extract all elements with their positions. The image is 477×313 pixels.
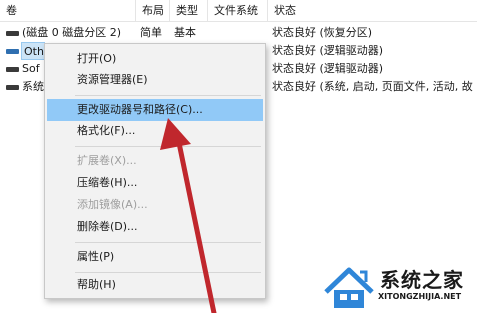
watermark-logo: 系统之家 XITONGZHIJIA.NET (318, 260, 477, 313)
arrow-head (160, 118, 191, 150)
house-logo-icon (324, 267, 374, 308)
watermark-title: 系统之家 (380, 268, 464, 292)
arrow-shaft (175, 135, 217, 313)
watermark-url: XITONGZHIJIA.NET (378, 292, 462, 301)
